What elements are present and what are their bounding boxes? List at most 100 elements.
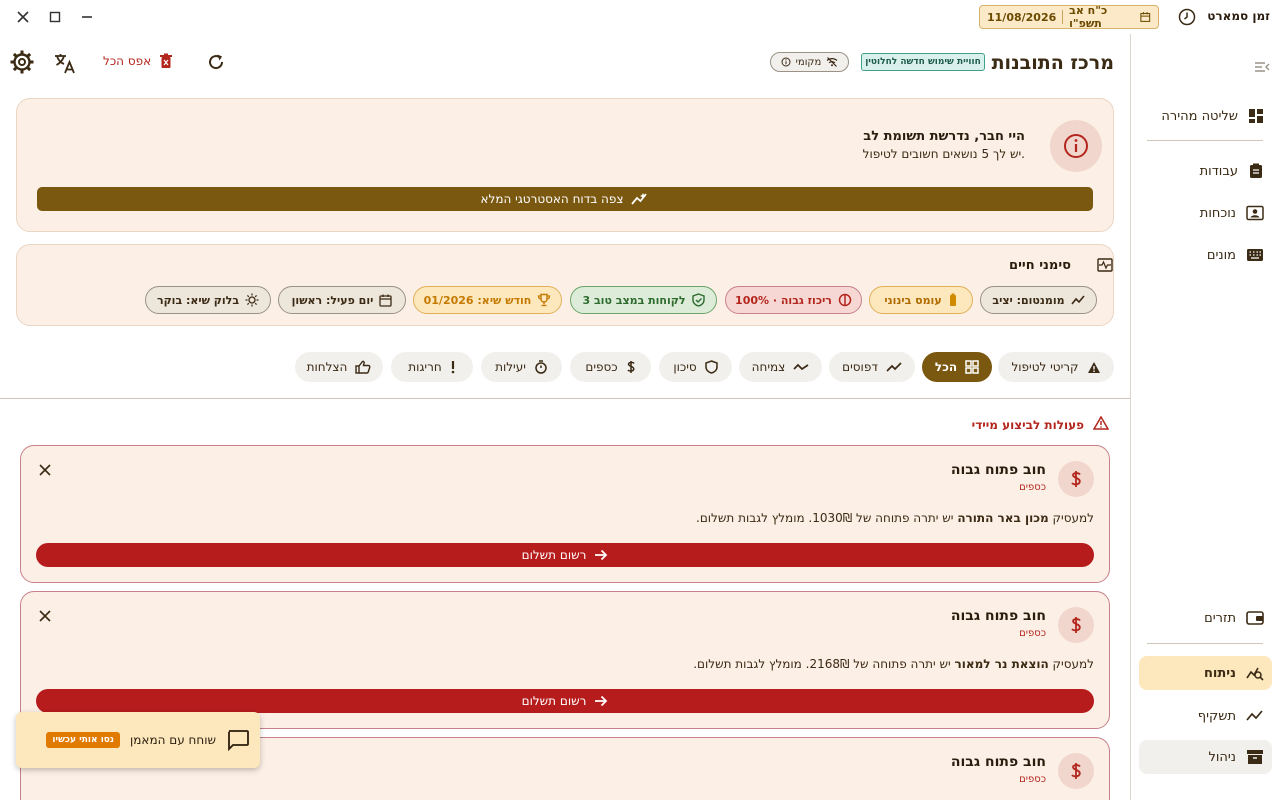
vital-chip-label: חודש שיא: 01/2026 (423, 293, 532, 307)
dismiss-button[interactable] (36, 461, 54, 479)
filter-label: סיכון (673, 360, 697, 374)
concentration-icon (838, 293, 852, 307)
trend-icon (886, 362, 902, 372)
insights-icon (631, 193, 648, 205)
filter-label: דפוסים (842, 360, 878, 374)
try-now-badge: נסו אותי עכשיו (46, 732, 120, 748)
growth-icon (793, 363, 809, 371)
vital-chip-concentration[interactable]: ריכוז גבוה · 100% (725, 286, 862, 314)
vital-chip-label: 3 לקוחות במצב טוב (582, 293, 686, 307)
filter-label: הצלחות (306, 360, 348, 374)
action-title: חוב פתוח גבוה (950, 608, 1046, 624)
filter-all[interactable]: הכל (922, 352, 992, 382)
reset-all-button[interactable]: אפס הכל (103, 53, 173, 69)
translate-button[interactable] (52, 50, 78, 76)
delete-icon (160, 53, 173, 68)
filters-divider (0, 398, 1130, 399)
sidebar-item-management[interactable]: ניהול (1139, 740, 1272, 774)
sidebar-item-label: תזרים (1204, 610, 1236, 626)
vital-chip-label: עומס בינוני (884, 293, 942, 307)
coach-chat-button[interactable]: שוחח עם המאמן נסו אותי עכשיו (16, 712, 260, 768)
sidebar-item-cashflow[interactable]: תזרים (1139, 601, 1272, 635)
vital-chip-active-day[interactable]: יום פעיל: ראשון (278, 286, 406, 314)
vital-chip-peak-block[interactable]: בלוק שיא: בוקר (145, 286, 271, 314)
filter-patterns[interactable]: דפוסים (829, 352, 915, 382)
vital-chip-load[interactable]: עומס בינוני (869, 286, 973, 314)
trophy-icon (538, 293, 551, 307)
action-category: כספים (1019, 774, 1046, 785)
filter-growth[interactable]: צמיחה (739, 352, 822, 382)
filter-finance[interactable]: כספים (570, 352, 651, 382)
dollar-icon (1071, 763, 1081, 779)
warning-icon (1087, 361, 1100, 373)
gregorian-date: 11/08/2026 (987, 10, 1057, 24)
employer-name: הוצאת נר למאור (954, 657, 1049, 671)
vital-chip-label: בלוק שיא: בוקר (156, 293, 240, 307)
timer-icon (535, 360, 547, 374)
sidebar-item-analysis[interactable]: ניתוח (1139, 656, 1272, 690)
beta-badge: חוויית שימוש חדשה לחלוטין (861, 53, 985, 71)
local-mode-chip[interactable]: מקומי (770, 52, 849, 72)
attention-card (16, 98, 1114, 232)
close-window-button[interactable] (11, 6, 35, 28)
action-description: למעסיק הוצאת נר למאור יש יתרה פתוחה של 2… (693, 657, 1094, 671)
full-report-label: צפה בדוח האסטרטגי המלא (480, 192, 624, 206)
filter-risk[interactable]: סיכון (659, 352, 732, 382)
collapse-menu-button[interactable] (1254, 60, 1270, 74)
clipboard-icon (1250, 163, 1262, 178)
vital-chip-label: מומנטום: יציב (992, 293, 1065, 307)
vital-chip-peak-month[interactable]: חודש שיא: 01/2026 (413, 286, 562, 314)
record-payment-button[interactable]: רשום תשלום (36, 689, 1094, 713)
filter-critical[interactable]: קריטי לטיפול (998, 352, 1114, 382)
wifi-off-icon (826, 57, 838, 67)
maximize-window-button[interactable] (43, 6, 67, 28)
archive-icon (1247, 750, 1263, 764)
sidebar-item-quick-control[interactable]: שליטה מהירה (1139, 99, 1272, 133)
wallet-icon (1246, 611, 1264, 625)
filter-anomalies[interactable]: חריגות (391, 352, 473, 382)
action-category: כספים (1019, 482, 1046, 493)
shield-icon (704, 360, 718, 374)
menu-collapse-icon (1255, 62, 1270, 72)
filter-label: יעילות (495, 360, 526, 374)
reset-all-label: אפס הכל (103, 54, 152, 68)
minimize-window-button[interactable] (75, 6, 99, 28)
full-report-button[interactable]: צפה בדוח האסטרטגי המלא (37, 187, 1093, 211)
sidebar-item-counters[interactable]: מונים (1139, 238, 1272, 272)
sidebar-item-label: עבודות (1199, 163, 1238, 179)
info-small-icon (781, 57, 791, 67)
filter-label: הכל (934, 360, 958, 374)
sidebar: שליטה מהירה עבודות נוכחות מונים תזרים ני… (1130, 34, 1280, 800)
filter-label: כספים (585, 360, 618, 374)
refresh-button[interactable] (205, 51, 227, 73)
filter-efficiency[interactable]: יעילות (481, 352, 562, 382)
filter-successes[interactable]: הצלחות (295, 352, 383, 382)
sidebar-item-jobs[interactable]: עבודות (1139, 154, 1272, 188)
dismiss-button[interactable] (36, 607, 54, 625)
grid-icon (965, 360, 979, 374)
keyboard-icon (1247, 249, 1263, 261)
arrow-right-icon (595, 695, 608, 707)
dollar-icon (1071, 617, 1081, 633)
employer-name: מכון באר התורה (957, 511, 1049, 525)
thumbs-up-icon (355, 360, 371, 374)
date-chip[interactable]: כ"ח אב תשפ"ו 11/08/2026 (979, 4, 1159, 30)
vitals-title: סימני חיים (1009, 258, 1071, 273)
record-payment-button[interactable]: רשום תשלום (36, 543, 1094, 567)
sidebar-item-outlook[interactable]: תשקיף (1139, 699, 1272, 733)
settings-button[interactable] (8, 48, 36, 76)
date-separator (1062, 10, 1064, 24)
record-payment-label: רשום תשלום (521, 694, 587, 708)
clock-logo-icon (1178, 8, 1196, 26)
sidebar-divider (1147, 140, 1263, 141)
finance-badge (1058, 607, 1094, 643)
sidebar-item-label: תשקיף (1197, 708, 1236, 724)
sun-icon (245, 293, 259, 307)
vital-chip-clients[interactable]: 3 לקוחות במצב טוב (570, 286, 717, 314)
sidebar-item-label: ניהול (1208, 749, 1236, 765)
sidebar-item-attendance[interactable]: נוכחות (1139, 196, 1272, 230)
action-title: חוב פתוח גבוה (950, 462, 1046, 478)
immediate-actions-title: פעולות לביצוע מיידי (971, 418, 1084, 432)
vital-chip-momentum[interactable]: מומנטום: יציב (980, 286, 1097, 314)
sidebar-item-label: שליטה מהירה (1161, 108, 1238, 124)
